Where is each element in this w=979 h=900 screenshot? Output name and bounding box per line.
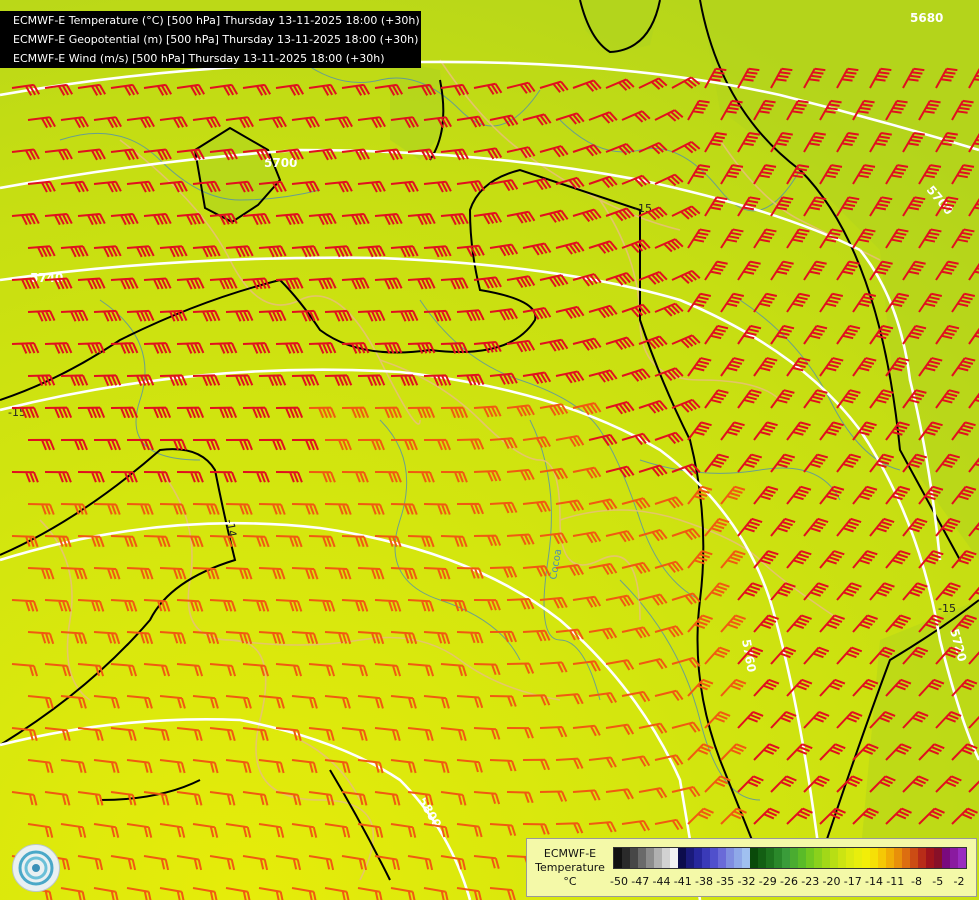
legend-swatch: [646, 848, 654, 868]
legend-swatch: [718, 848, 726, 868]
legend-swatch: [854, 848, 862, 868]
legend-tick-label: -5: [932, 875, 944, 888]
legend-swatch: [846, 848, 854, 868]
legend-swatch: [670, 848, 678, 868]
title-temperature: ECMWF-E Temperature (°C) [500 hPa] Thurs…: [13, 14, 420, 27]
legend-swatch: [918, 848, 926, 868]
legend-swatch: [822, 848, 830, 868]
map-canvas: 5680 5700 5700 5720 5740 5760 5800 -15 -…: [0, 0, 979, 900]
legend-swatch: [902, 848, 910, 868]
title-geopotential: ECMWF-E Geopotential (m) [500 hPa] Thurs…: [13, 33, 419, 46]
legend-swatch: [870, 848, 878, 868]
legend-swatch: [758, 848, 766, 868]
label-5680: 5680: [910, 11, 943, 25]
legend-swatch: [686, 848, 694, 868]
legend-swatch: [638, 848, 646, 868]
legend-swatch: [678, 848, 686, 868]
legend-swatch: [742, 848, 750, 868]
legend-swatch: [694, 848, 702, 868]
legend-title: ECMWF-E Temperature °C: [531, 847, 609, 889]
title-wind: ECMWF-E Wind (m/s) [500 hPa] Thursday 13…: [13, 52, 385, 65]
legend-tick-label: -35: [716, 875, 735, 888]
legend-swatch: [894, 848, 902, 868]
legend-swatch: [910, 848, 918, 868]
legend-tick-label: -8: [911, 875, 922, 888]
legend-swatch: [934, 848, 942, 868]
legend-tick-label: -47: [631, 875, 650, 888]
legend-swatch: [774, 848, 782, 868]
legend-swatch: [630, 848, 638, 868]
legend-swatch: [654, 848, 662, 868]
legend-swatch: [862, 848, 870, 868]
legend-unit: °C: [563, 875, 577, 888]
legend-swatch: [886, 848, 894, 868]
legend-swatch: [830, 848, 838, 868]
legend-tick-label: -32: [737, 875, 756, 888]
legend-swatch: [750, 848, 758, 868]
ecmwf-logo-icon: [12, 844, 60, 892]
legend-swatch: [782, 848, 790, 868]
legend-swatch: [878, 848, 886, 868]
legend-swatch: [622, 848, 630, 868]
legend-swatch: [942, 848, 950, 868]
legend-swatch: [958, 848, 966, 868]
legend-tick-label: -41: [673, 875, 692, 888]
legend-swatch: [734, 848, 742, 868]
legend-swatch: [798, 848, 806, 868]
legend-model: ECMWF-E: [543, 847, 597, 860]
legend-tick-label: -44: [652, 875, 671, 888]
legend-tick-label: -38: [695, 875, 713, 888]
temperature-legend: ECMWF-E Temperature °C -50 -47 -44 -41 -38 -3…: [526, 838, 977, 897]
legend-swatch: [710, 848, 718, 868]
legend-swatch: [790, 848, 798, 868]
legend-swatch: [614, 848, 622, 868]
legend-swatch: [814, 848, 822, 868]
title-box: ECMWF-E Temperature (°C) [500 hPa] Thurs…: [0, 11, 421, 68]
legend-tick-label: -20: [822, 875, 841, 888]
legend-tick-label: -50: [610, 875, 628, 888]
legend-swatch: [838, 848, 846, 868]
legend-ticks: -50 -47 -44 -41 -38 -35 -32 -29 -26 -23 -20 -17 -14-…: [610, 875, 969, 889]
legend-swatch: [726, 848, 734, 868]
legend-tick-label: -2: [953, 875, 965, 888]
legend-tick-label: -23: [801, 875, 820, 888]
legend-swatch: [926, 848, 934, 868]
legend-swatch: [806, 848, 814, 868]
legend-swatch: [766, 848, 774, 868]
legend-tick-label: -17: [843, 875, 862, 888]
legend-tick-label: -29: [758, 875, 777, 888]
weather-map: 5680 5700 5700 5720 5740 5760 5800 -15 -…: [0, 0, 979, 900]
legend-swatch: [950, 848, 958, 868]
legend-tick-label: -14: [865, 875, 883, 888]
legend-tick-label: -11: [886, 875, 905, 888]
legend-color-bar: [613, 847, 967, 869]
legend-tick-label: -26: [780, 875, 798, 888]
label-t15c: -15: [938, 602, 956, 615]
legend-swatch: [702, 848, 710, 868]
legend-swatch: [662, 848, 670, 868]
legend-variable: Temperature: [535, 861, 605, 874]
